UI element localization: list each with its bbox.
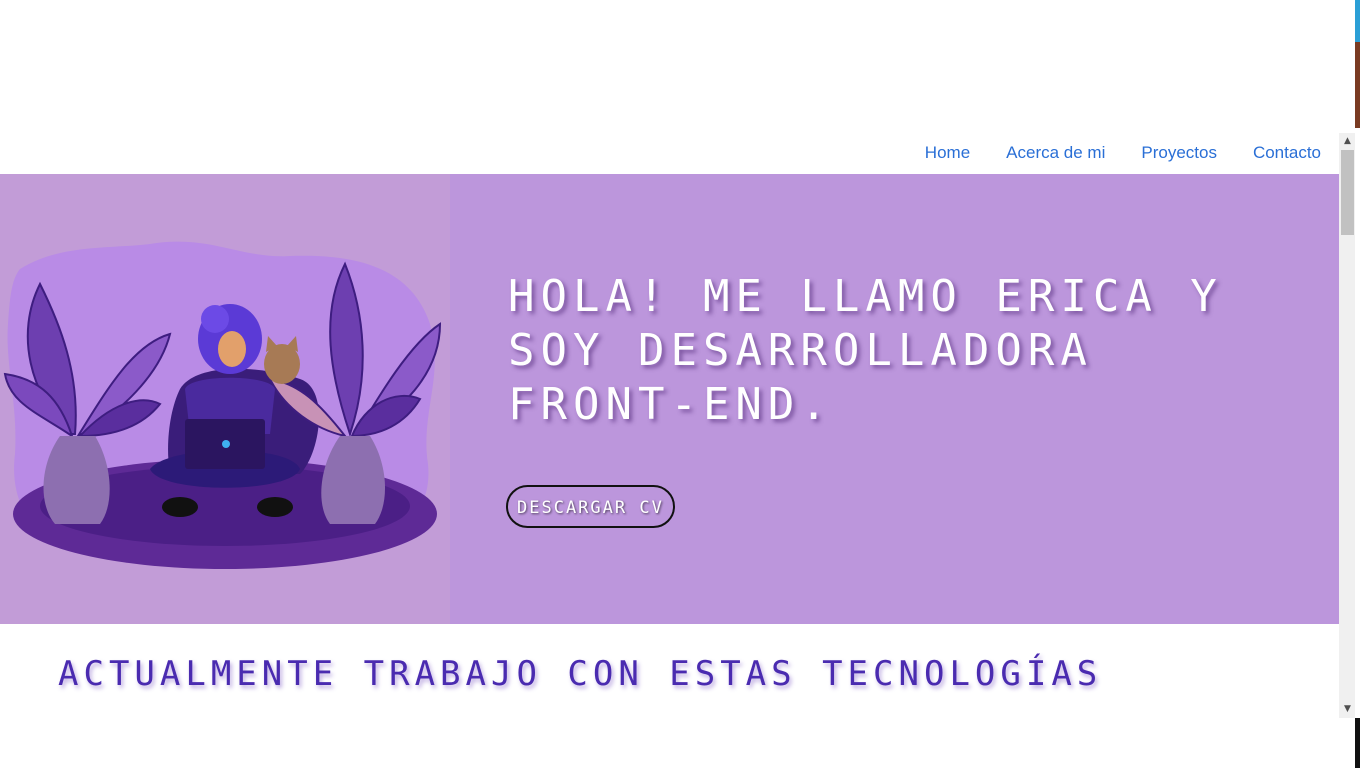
triangle-down-icon[interactable]: ▼ [1339,701,1356,718]
edge-blue-segment [1355,0,1360,42]
edge-brown-segment [1355,42,1360,128]
nav-home-link[interactable]: Home [907,138,988,168]
download-cv-button[interactable]: Descargar CV [506,485,675,528]
window-edge-strip [1355,0,1360,768]
nav-about-link[interactable]: Acerca de mi [988,138,1123,168]
edge-dark-segment [1355,718,1360,768]
hero-illustration [0,174,450,624]
hero-section: Hola! Me llamo Erica y soy desarrollador… [0,174,1339,624]
technologies-heading: Actualmente trabajo con estas tecnología… [58,654,1103,694]
woman-with-laptop-illustration [3,241,442,569]
nav-projects-link[interactable]: Proyectos [1123,138,1235,168]
triangle-up-icon[interactable]: ▲ [1339,133,1356,150]
page-viewport: Home Acerca de mi Proyectos Contacto HOL… [0,0,1339,768]
nav-contact-link[interactable]: Contacto [1235,138,1321,168]
scrollbar-thumb[interactable] [1341,150,1354,235]
vertical-scrollbar[interactable]: ▲ ▼ [1339,133,1356,718]
hero-title: Hola! Me llamo Erica y soy desarrollador… [508,271,1223,430]
main-nav: Home Acerca de mi Proyectos Contacto [907,138,1321,168]
